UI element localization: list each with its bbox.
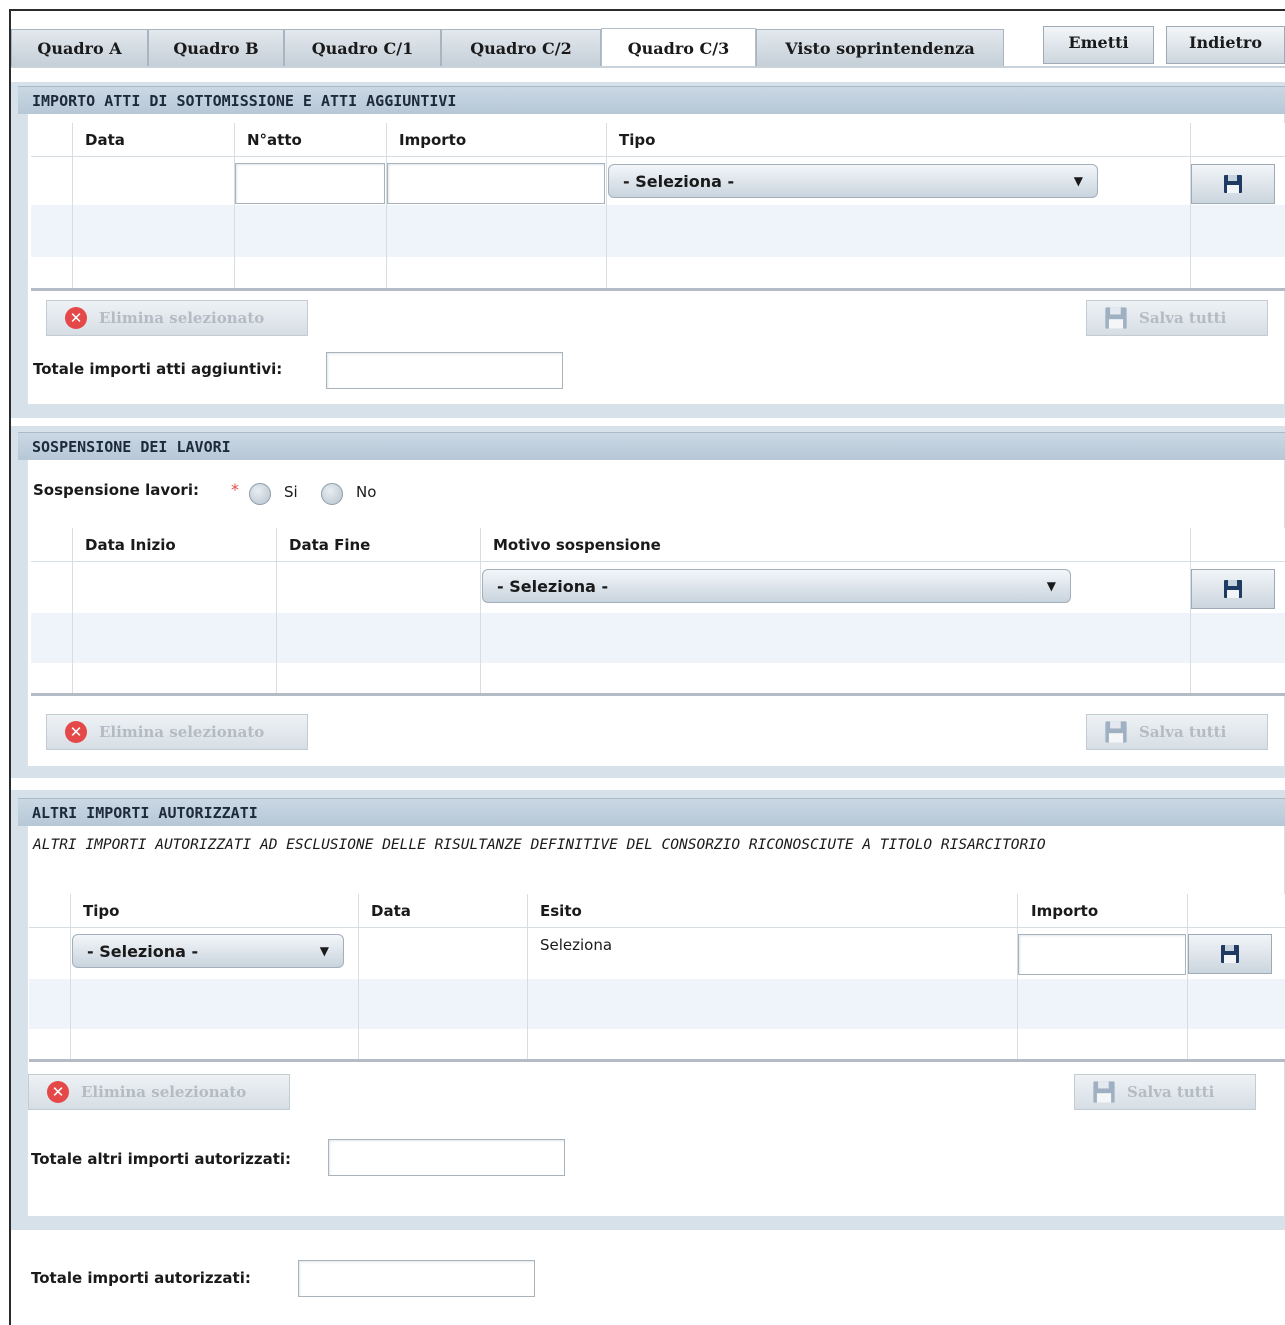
sospensione-grid: Data Inizio Data Fine Motivo sospensione… <box>31 528 1285 696</box>
section-altri-title: ALTRI IMPORTI AUTORIZZATI <box>18 798 1285 826</box>
col-header-importo: Importo <box>399 131 467 149</box>
grid-col-divider <box>386 123 387 288</box>
altri-tipo-select[interactable]: - Seleziona - ▼ <box>72 934 344 968</box>
grid-col-divider <box>72 123 73 288</box>
grid-col-divider <box>527 894 528 1059</box>
motivo-select-value: - Seleziona - <box>497 576 609 596</box>
col-header-tipo: Tipo <box>619 131 656 149</box>
delete-selected-button[interactable]: ✕ Elimina selezionato <box>28 1074 290 1110</box>
grid-col-divider <box>606 123 607 288</box>
importo-input[interactable] <box>387 163 605 204</box>
col-header-data: Data <box>85 131 125 149</box>
total-atti-input[interactable] <box>326 352 563 389</box>
altri-grid: Tipo Data Esito Importo - Seleziona - ▼ … <box>29 894 1285 1062</box>
sospensione-label: Sospensione lavori: <box>33 481 199 499</box>
delete-selected-label: Elimina selezionato <box>81 1083 247 1101</box>
grid-col-divider <box>1190 123 1191 288</box>
tab-quadro-c1[interactable]: Quadro C/1 <box>284 29 441 66</box>
esito-value: Seleziona <box>540 936 613 954</box>
section-atti-title: IMPORTO ATTI DI SOTTOMISSIONE E ATTI AGG… <box>18 86 1285 114</box>
emit-button[interactable]: Emetti <box>1043 26 1154 64</box>
tab-visto-soprintendenza[interactable]: Visto soprintendenza <box>756 29 1004 66</box>
grand-total-label: Totale importi autorizzati: <box>31 1269 251 1287</box>
atti-grid: Data N°atto Importo Tipo - Seleziona - ▼ <box>31 123 1285 291</box>
tipo-select-value: - Seleziona - <box>623 171 735 191</box>
delete-selected-label: Elimina selezionato <box>99 309 265 327</box>
col-header-tipo: Tipo <box>83 902 120 920</box>
delete-icon: ✕ <box>47 1081 69 1103</box>
grid-row-stripe <box>29 979 1285 1029</box>
save-row-button[interactable] <box>1191 164 1275 204</box>
col-header-motivo: Motivo sospensione <box>493 536 661 554</box>
col-header-data-inizio: Data Inizio <box>85 536 176 554</box>
grid-col-divider <box>358 894 359 1059</box>
save-all-label: Salva tutti <box>1139 723 1227 741</box>
section-atti-body: Data N°atto Importo Tipo - Seleziona - ▼… <box>27 114 1285 404</box>
required-marker: * <box>231 480 239 499</box>
tab-quadro-c3[interactable]: Quadro C/3 <box>601 28 756 68</box>
sospensione-no-radio[interactable] <box>321 483 343 505</box>
section-sospensione-title: SOSPENSIONE DEI LAVORI <box>18 432 1285 460</box>
save-all-button[interactable]: Salva tutti <box>1086 300 1268 336</box>
floppy-disk-icon <box>1105 307 1127 329</box>
chevron-down-icon: ▼ <box>319 944 329 958</box>
save-all-button[interactable]: Salva tutti <box>1086 714 1268 750</box>
floppy-disk-icon <box>1105 721 1127 743</box>
delete-icon: ✕ <box>65 721 87 743</box>
sospensione-yes-label: Si <box>284 483 298 501</box>
col-header-importo: Importo <box>1031 902 1099 920</box>
sospensione-yes-radio[interactable] <box>249 483 271 505</box>
tab-quadro-b[interactable]: Quadro B <box>148 29 284 66</box>
save-row-button[interactable] <box>1188 934 1272 974</box>
col-header-data-fine: Data Fine <box>289 536 371 554</box>
back-button[interactable]: Indietro <box>1166 26 1285 64</box>
total-atti-label: Totale importi atti aggiuntivi: <box>33 360 283 378</box>
grid-col-divider <box>1190 528 1191 693</box>
grid-col-divider <box>234 123 235 288</box>
chevron-down-icon: ▼ <box>1046 579 1056 593</box>
total-altri-label: Totale altri importi autorizzati: <box>31 1150 292 1168</box>
grand-total-input[interactable] <box>298 1260 535 1297</box>
save-all-button[interactable]: Salva tutti <box>1074 1074 1256 1110</box>
grid-col-divider <box>72 528 73 693</box>
save-all-label: Salva tutti <box>1127 1083 1215 1101</box>
floppy-disk-icon <box>1224 175 1242 193</box>
tab-quadro-c2[interactable]: Quadro C/2 <box>441 29 601 66</box>
col-header-data: Data <box>371 902 411 920</box>
total-altri-input[interactable] <box>328 1139 565 1176</box>
altri-description: ALTRI IMPORTI AUTORIZZATI AD ESCLUSIONE … <box>33 837 1046 853</box>
tipo-select[interactable]: - Seleziona - ▼ <box>608 164 1098 198</box>
grid-row-stripe <box>31 613 1285 663</box>
col-header-natto: N°atto <box>247 131 302 149</box>
save-row-button[interactable] <box>1191 569 1275 609</box>
col-header-esito: Esito <box>540 902 582 920</box>
altri-tipo-select-value: - Seleziona - <box>87 941 199 961</box>
tab-divider <box>11 66 1285 68</box>
floppy-disk-icon <box>1093 1081 1115 1103</box>
floppy-disk-icon <box>1224 580 1242 598</box>
delete-selected-button[interactable]: ✕ Elimina selezionato <box>46 300 308 336</box>
grid-col-divider <box>70 894 71 1059</box>
atti-grid-header <box>31 123 1285 157</box>
grid-col-divider <box>480 528 481 693</box>
section-sospensione-body: Sospensione lavori: * Si No Data Inizio … <box>27 460 1285 766</box>
altri-importo-input[interactable] <box>1018 934 1186 975</box>
section-altri-body: ALTRI IMPORTI AUTORIZZATI AD ESCLUSIONE … <box>27 826 1285 1216</box>
grid-col-divider <box>1017 894 1018 1059</box>
save-all-label: Salva tutti <box>1139 309 1227 327</box>
natto-input[interactable] <box>235 163 385 204</box>
delete-icon: ✕ <box>65 307 87 329</box>
sospensione-no-label: No <box>356 483 377 501</box>
grid-row-stripe <box>31 205 1285 257</box>
grid-col-divider <box>276 528 277 693</box>
grid-col-divider <box>1187 894 1188 1059</box>
delete-selected-button[interactable]: ✕ Elimina selezionato <box>46 714 308 750</box>
motivo-select[interactable]: - Seleziona - ▼ <box>482 569 1071 603</box>
tab-quadro-a[interactable]: Quadro A <box>11 29 148 66</box>
delete-selected-label: Elimina selezionato <box>99 723 265 741</box>
floppy-disk-icon <box>1221 945 1239 963</box>
chevron-down-icon: ▼ <box>1073 174 1083 188</box>
